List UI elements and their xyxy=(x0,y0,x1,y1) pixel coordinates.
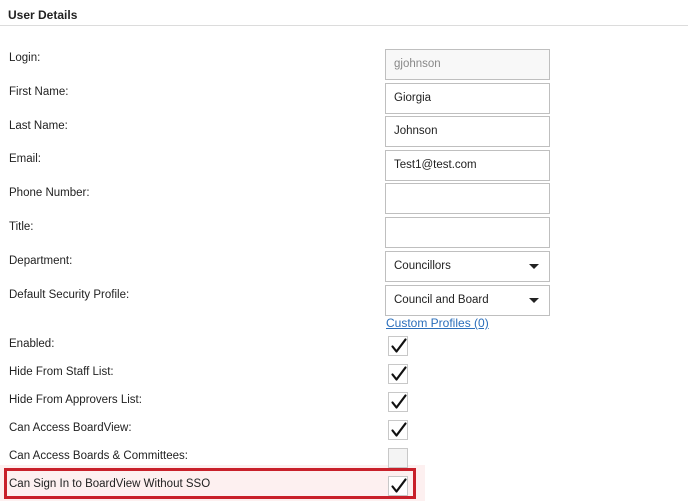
department-value: Councillors xyxy=(394,260,451,272)
email-field[interactable]: Test1@test.com xyxy=(385,150,550,181)
login-label: Login: xyxy=(9,52,41,64)
access-boards-label: Can Access Boards & Committees: xyxy=(9,450,188,462)
hide-approvers-label: Hide From Approvers List: xyxy=(9,394,142,406)
first-name-field[interactable]: Giorgia xyxy=(385,83,550,114)
title-field[interactable] xyxy=(385,217,550,248)
security-profile-select[interactable]: Council and Board xyxy=(385,285,550,316)
access-boards-checkbox[interactable] xyxy=(388,448,408,468)
panel-title: User Details xyxy=(8,8,78,22)
hide-approvers-checkbox[interactable] xyxy=(388,392,408,412)
custom-profiles-link[interactable]: Custom Profiles (0) xyxy=(386,316,489,330)
last-name-field[interactable]: Johnson xyxy=(385,116,550,147)
enabled-checkbox[interactable] xyxy=(388,336,408,356)
security-profile-value: Council and Board xyxy=(394,294,489,306)
checkmark-icon xyxy=(391,394,407,409)
checkmark-icon xyxy=(391,366,407,381)
phone-field[interactable] xyxy=(385,183,550,214)
last-name-label: Last Name: xyxy=(9,120,68,132)
checkmark-icon xyxy=(391,338,407,353)
hide-staff-label: Hide From Staff List: xyxy=(9,366,114,378)
hide-staff-checkbox[interactable] xyxy=(388,364,408,384)
access-boardview-label: Can Access BoardView: xyxy=(9,422,132,434)
chevron-down-icon xyxy=(529,264,539,269)
highlight-box xyxy=(4,468,416,499)
title-label: Title: xyxy=(9,221,34,233)
department-select[interactable]: Councillors xyxy=(385,251,550,282)
security-profile-label: Default Security Profile: xyxy=(9,289,130,301)
email-label: Email: xyxy=(9,153,41,165)
access-boardview-checkbox[interactable] xyxy=(388,420,408,440)
department-label: Department: xyxy=(9,255,73,267)
chevron-down-icon xyxy=(529,298,539,303)
first-name-label: First Name: xyxy=(9,86,69,98)
checkmark-icon xyxy=(391,422,407,437)
login-field: gjohnson xyxy=(385,49,550,80)
phone-label: Phone Number: xyxy=(9,187,90,199)
panel-header: User Details xyxy=(0,0,688,26)
enabled-label: Enabled: xyxy=(9,338,55,350)
